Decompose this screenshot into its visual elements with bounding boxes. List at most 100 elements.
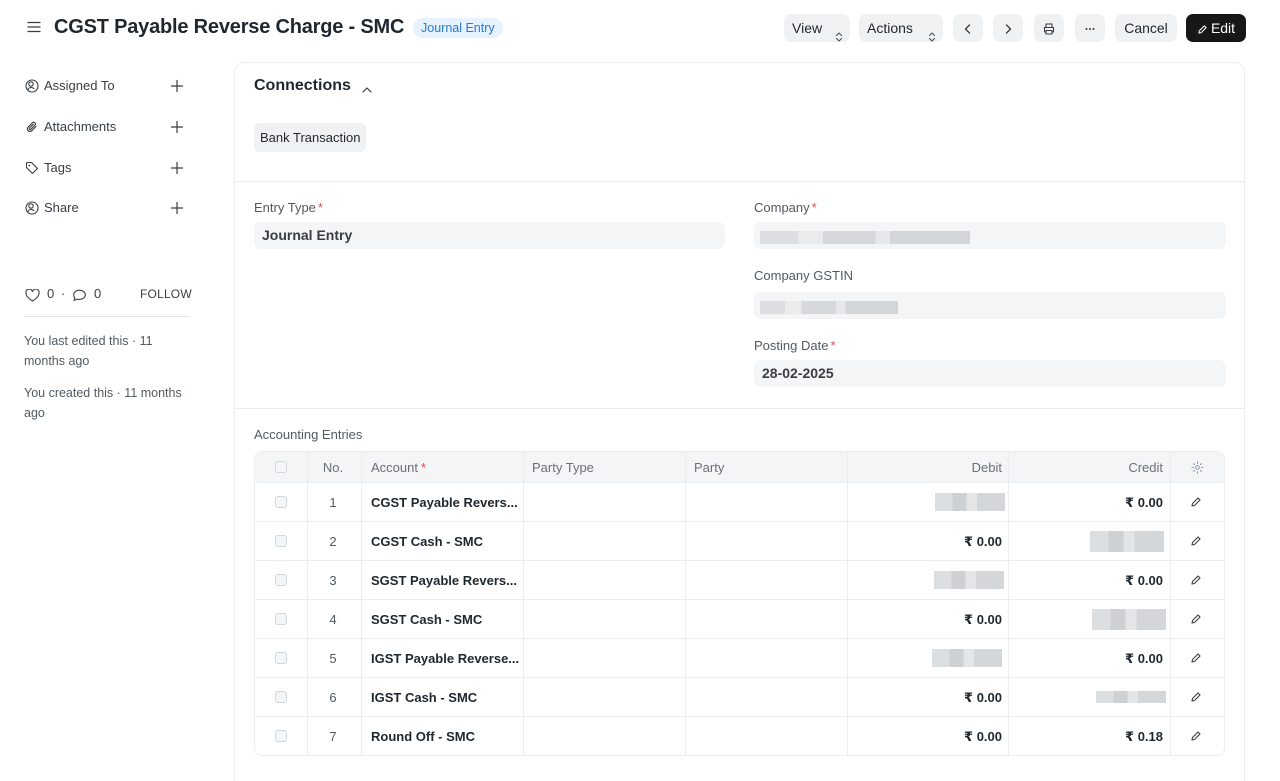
- row-checkbox[interactable]: [275, 496, 287, 508]
- row-edit-icon[interactable]: [1190, 730, 1202, 745]
- actions-button[interactable]: Actions: [859, 14, 943, 42]
- column-header-account: Account *: [371, 452, 426, 483]
- table-row[interactable]: 3 SGST Payable Revers... ₹ 0.00: [255, 561, 1224, 600]
- posting-date-field[interactable]: 28-02-2025: [754, 360, 1226, 387]
- company-field[interactable]: [754, 222, 1226, 249]
- row-debit[interactable]: ₹ 0.00: [964, 717, 1002, 755]
- redacted-credit: [1090, 531, 1164, 552]
- section-divider: [235, 181, 1244, 182]
- row-checkbox[interactable]: [275, 574, 287, 586]
- row-edit-icon[interactable]: [1190, 691, 1202, 706]
- row-account[interactable]: Round Off - SMC: [371, 717, 475, 755]
- entry-type-field[interactable]: Journal Entry: [254, 222, 725, 249]
- created-note: You created this · 11 months ago: [24, 386, 182, 420]
- row-number: 5: [329, 651, 337, 666]
- chevron-left-icon: [962, 20, 974, 36]
- row-account[interactable]: SGST Cash - SMC: [371, 600, 482, 639]
- row-account[interactable]: IGST Payable Reverse...: [371, 639, 519, 678]
- entry-type-label: Entry Type *: [254, 200, 323, 215]
- table-body: 1 CGST Payable Revers... ₹ 0.00 2 CGST C…: [255, 483, 1224, 755]
- plus-icon[interactable]: [170, 201, 184, 215]
- row-edit-icon[interactable]: [1190, 613, 1202, 628]
- column-header-party: Party: [694, 460, 725, 475]
- share-icon: [25, 201, 39, 215]
- updown-chevron-icon: [835, 22, 843, 50]
- assign-icon: [25, 79, 39, 93]
- table-row[interactable]: 4 SGST Cash - SMC ₹ 0.00: [255, 600, 1224, 639]
- table-row[interactable]: 7 Round Off - SMC ₹ 0.00 ₹ 0.18: [255, 717, 1224, 755]
- row-account[interactable]: CGST Payable Revers...: [371, 483, 518, 522]
- comment-icon[interactable]: [72, 288, 87, 308]
- previous-document-button[interactable]: [953, 14, 983, 42]
- cancel-button[interactable]: Cancel: [1115, 14, 1177, 42]
- table-row[interactable]: 6 IGST Cash - SMC ₹ 0.00: [255, 678, 1224, 717]
- accounting-entries-label: Accounting Entries: [254, 427, 363, 442]
- plus-icon[interactable]: [170, 79, 184, 93]
- connections-title[interactable]: Connections: [254, 77, 351, 95]
- like-count: 0: [47, 286, 55, 301]
- entry-type-label-text: Entry Type: [254, 200, 316, 215]
- sidebar-item-share[interactable]: Share: [24, 198, 190, 218]
- bank-transaction-link[interactable]: Bank Transaction: [254, 123, 367, 152]
- redacted-credit: [1096, 691, 1166, 703]
- redacted-debit: [932, 649, 1002, 667]
- row-credit[interactable]: ₹ 0.00: [1125, 483, 1163, 522]
- row-edit-icon[interactable]: [1190, 496, 1202, 511]
- print-button[interactable]: [1034, 14, 1064, 42]
- row-number: 1: [329, 495, 337, 510]
- doctype-badge: Journal Entry: [413, 18, 503, 38]
- sidebar-item-attachments[interactable]: Attachments: [24, 117, 190, 137]
- table-row[interactable]: 2 CGST Cash - SMC ₹ 0.00: [255, 522, 1224, 561]
- row-edit-icon[interactable]: [1190, 535, 1202, 550]
- row-edit-icon[interactable]: [1190, 652, 1202, 667]
- row-debit[interactable]: ₹ 0.00: [964, 522, 1002, 561]
- comment-count: 0: [94, 286, 102, 301]
- redacted-debit: [934, 571, 1004, 589]
- plus-icon[interactable]: [170, 120, 184, 134]
- chevron-right-icon: [1002, 20, 1014, 36]
- posting-date-label: Posting Date *: [754, 338, 836, 353]
- view-button[interactable]: View: [784, 14, 850, 42]
- separator-dot: ·: [61, 286, 66, 301]
- heart-icon[interactable]: [25, 288, 40, 308]
- row-checkbox[interactable]: [275, 730, 287, 742]
- next-document-button[interactable]: [993, 14, 1023, 42]
- required-marker: *: [420, 460, 427, 475]
- sidebar-item-assigned-to[interactable]: Assigned To: [24, 76, 190, 96]
- row-edit-icon[interactable]: [1190, 574, 1202, 589]
- sidebar-item-tags[interactable]: Tags: [24, 158, 190, 178]
- row-account[interactable]: SGST Payable Revers...: [371, 561, 517, 600]
- company-gstin-label: Company GSTIN: [754, 268, 853, 283]
- follow-button[interactable]: FOLLOW: [140, 284, 192, 304]
- settings-gear-icon[interactable]: [1191, 461, 1204, 477]
- row-checkbox[interactable]: [275, 652, 287, 664]
- row-debit[interactable]: ₹ 0.00: [964, 600, 1002, 639]
- company-label: Company *: [754, 200, 817, 215]
- table-row[interactable]: 5 IGST Payable Reverse... ₹ 0.00: [255, 639, 1224, 678]
- hamburger-menu-icon[interactable]: [26, 19, 42, 35]
- chevron-up-icon[interactable]: [361, 83, 373, 98]
- updown-chevron-icon: [928, 22, 936, 50]
- row-credit[interactable]: ₹ 0.00: [1125, 561, 1163, 600]
- row-checkbox[interactable]: [275, 613, 287, 625]
- row-checkbox[interactable]: [275, 691, 287, 703]
- plus-icon[interactable]: [170, 161, 184, 175]
- row-account[interactable]: CGST Cash - SMC: [371, 522, 483, 561]
- page-header: CGST Payable Reverse Charge - SMC Journa…: [0, 0, 1280, 56]
- row-account[interactable]: IGST Cash - SMC: [371, 678, 477, 717]
- row-credit[interactable]: ₹ 0.00: [1125, 639, 1163, 678]
- row-debit[interactable]: ₹ 0.00: [964, 678, 1002, 717]
- page-title: CGST Payable Reverse Charge - SMC: [54, 16, 405, 38]
- more-options-button[interactable]: [1075, 14, 1105, 42]
- row-checkbox[interactable]: [275, 535, 287, 547]
- edit-button[interactable]: Edit: [1186, 14, 1246, 42]
- select-all-checkbox[interactable]: [275, 461, 287, 473]
- company-gstin-field[interactable]: [754, 292, 1226, 319]
- row-credit[interactable]: ₹ 0.18: [1125, 717, 1163, 755]
- column-header-account-text: Account: [371, 460, 418, 475]
- table-row[interactable]: 1 CGST Payable Revers... ₹ 0.00: [255, 483, 1224, 522]
- redacted-value: [760, 301, 898, 314]
- view-button-label: View: [792, 20, 823, 36]
- pencil-icon: [1197, 14, 1208, 42]
- sidebar-item-label: Share: [44, 200, 79, 215]
